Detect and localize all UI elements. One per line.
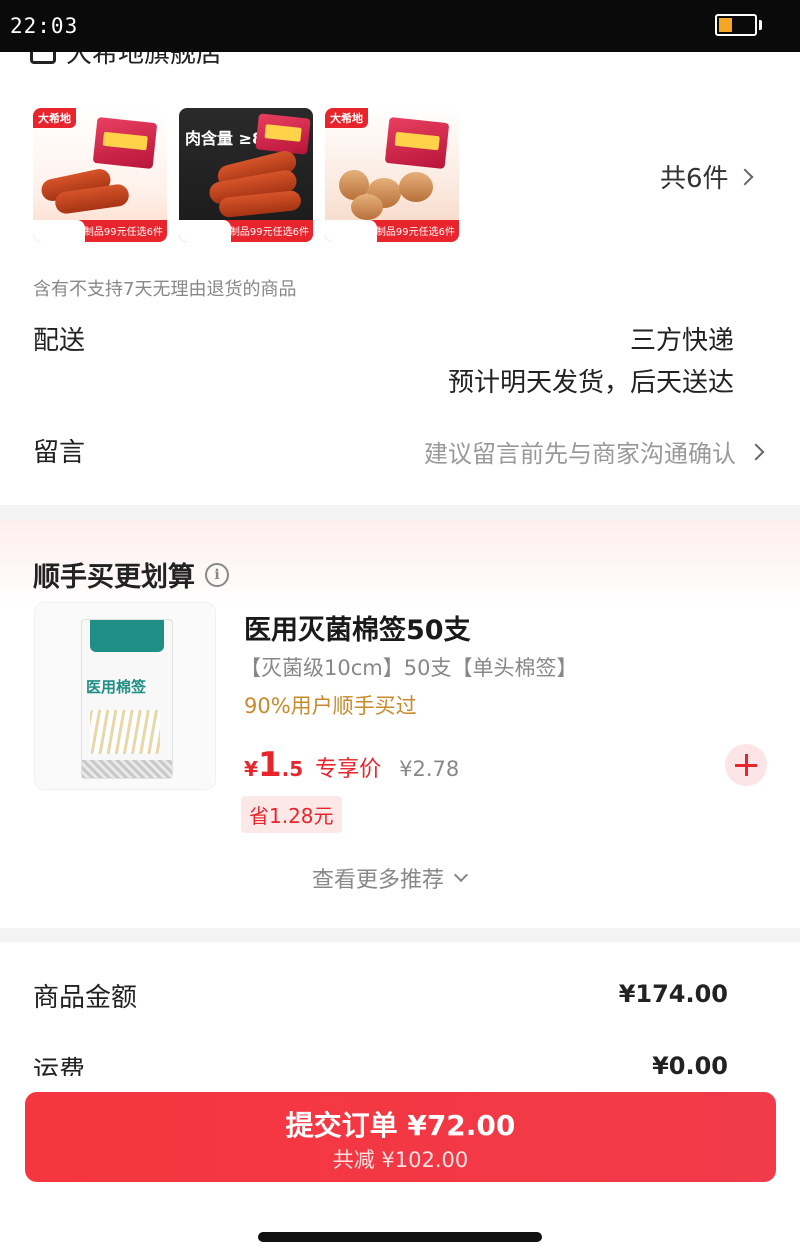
price-integer: 1 [257,745,282,785]
chevron-right-icon [747,443,765,460]
delivery-method: 三方快递 [629,326,734,356]
product-thumb-1[interactable]: 大希地 肉制品99元任选6件 [33,108,167,242]
status-time: 22:03 [10,14,79,38]
thumb-footer-text: 肉制品99元任选6件 [219,227,309,238]
delivery-eta: 预计明天发货，后天送达 [447,368,734,398]
thumb-footer-text: 肉制品99元任选6件 [73,227,163,238]
product-thumbnails[interactable]: 大希地 肉制品99元任选6件 肉含量 ≥85% 肉制品99元任选6件 大希地 肉… [33,108,459,242]
message-input-row[interactable]: 建议留言前先与商家沟通确认 [424,434,765,469]
submit-order-button[interactable]: 提交订单 ¥72.00 共减 ¥102.00 [25,1092,776,1182]
delivery-label: 配送 [33,326,86,356]
recommend-title: 顺手买更划算 i [33,555,229,594]
battery-tip [759,20,762,30]
product-thumb-3[interactable]: 大希地 肉制品99元任选6件 [325,108,459,242]
sausage-image [351,194,383,220]
product-thumb-2[interactable]: 肉含量 ≥85% 肉制品99元任选6件 [179,108,313,242]
section-divider [0,505,800,521]
submit-discount-label: 共减 ¥102.00 [332,1148,469,1172]
status-bar: 22:03 [0,0,800,52]
return-policy-note: 含有不支持7天无理由退货的商品 [33,279,297,300]
goods-amount-value: ¥174.00 [618,980,728,1008]
recommend-item-name[interactable]: 医用灭菌棉签50支 [244,608,471,647]
message-label: 留言 [33,438,86,468]
price-decimal: .5 [281,757,304,781]
product-package-image [384,116,450,170]
product-count-link[interactable]: 共6件 [660,158,754,195]
recommend-item-spec: 【灭菌级10cm】50支【单头棉签】 [240,656,578,680]
info-icon[interactable]: i [205,562,229,587]
add-item-button[interactable] [725,744,767,786]
section-divider [0,928,800,942]
submit-order-label: 提交订单 ¥72.00 [285,1109,516,1142]
message-hint: 建议留言前先与商家沟通确认 [424,440,736,468]
recommend-title-text: 顺手买更划算 [33,562,195,593]
package-bottom [82,760,172,778]
saving-badge: 省1.28元 [241,796,342,833]
chevron-right-icon [736,168,754,185]
thumb-footer-text: 肉制品99元任选6件 [365,227,455,238]
thumb-brand: 大希地 [325,108,368,128]
recommend-item-social-proof: 90%用户顺手买过 [244,694,417,718]
package-title: 医用棉签 [86,678,147,696]
more-recommendations-link[interactable]: 查看更多推荐 [312,862,469,894]
product-count: 共6件 [660,164,729,194]
cotton-swab-illustration [90,710,160,754]
package-top [90,620,164,652]
chevron-down-icon [453,867,469,883]
thumb-brand: 大希地 [33,108,76,128]
price-symbol: ¥ [244,757,258,781]
price-label: 专享价 [315,757,382,782]
home-indicator[interactable] [258,1232,542,1242]
product-package-image [92,116,158,170]
product-package-image [255,113,311,155]
battery-icon [715,14,757,36]
recommend-item-price: ¥ 1 .5 专享价 ¥2.78 [244,745,459,785]
more-recommendations-label: 查看更多推荐 [312,868,445,893]
original-price: ¥2.78 [399,757,460,781]
goods-amount-label: 商品金额 [33,983,138,1013]
sausage-image [399,172,433,202]
recommend-item-image[interactable]: 医用棉签 [34,602,216,790]
cotton-swab-package: 医用棉签 [81,619,173,779]
